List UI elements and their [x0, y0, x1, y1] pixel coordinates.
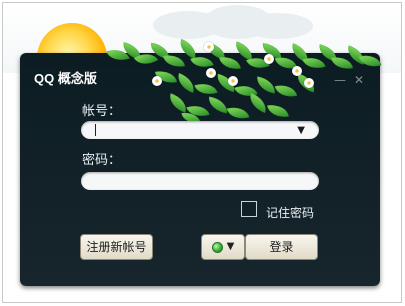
chevron-down-icon: ▼	[226, 241, 235, 252]
window-title: QQ 概念版	[34, 71, 97, 86]
remember-password-checkbox[interactable]	[241, 201, 257, 217]
account-dropdown-arrow-icon[interactable]: ▼	[297, 125, 305, 136]
online-status-icon	[211, 241, 223, 253]
cloud	[243, 13, 313, 39]
login-button[interactable]: 登录	[245, 234, 318, 260]
register-button[interactable]: 注册新帐号	[80, 234, 153, 260]
remember-password-label: 记住密码	[266, 206, 315, 220]
status-selector-button[interactable]: ▼	[201, 234, 245, 260]
password-field[interactable]	[81, 172, 319, 190]
account-field[interactable]: ▼	[81, 121, 319, 139]
close-button[interactable]: ✕	[354, 74, 364, 86]
password-label: 密码：	[82, 153, 122, 168]
text-caret	[95, 124, 96, 136]
account-label: 帐号：	[82, 104, 122, 119]
minimize-button[interactable]: —	[334, 74, 346, 86]
